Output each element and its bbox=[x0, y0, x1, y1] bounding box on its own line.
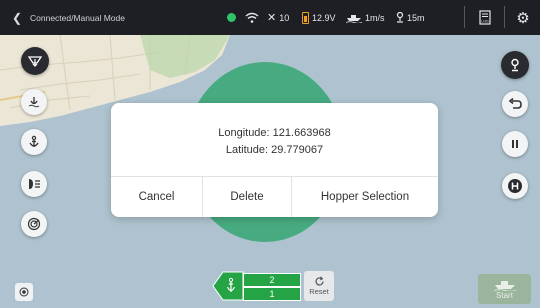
boat-speed-icon bbox=[346, 14, 362, 23]
hopper-anchor-icon bbox=[212, 271, 244, 301]
dialog-message: Longitude: 121.663968 Latitude: 29.77906… bbox=[111, 125, 438, 159]
topbar-divider bbox=[464, 6, 465, 28]
hopper-count-bottom: 1 bbox=[243, 287, 301, 301]
light-button[interactable] bbox=[21, 171, 47, 197]
svg-text:LOG: LOG bbox=[481, 20, 489, 24]
home-h-icon bbox=[508, 179, 522, 193]
waypoint-dialog: Longitude: 121.663968 Latitude: 29.77906… bbox=[111, 103, 438, 217]
depth-icon bbox=[396, 12, 404, 23]
boat-icon bbox=[493, 280, 516, 291]
hopper-indicator[interactable]: 2 1 bbox=[212, 271, 302, 301]
depth-value: 15m bbox=[407, 12, 425, 23]
mode-label: Connected/Manual Mode bbox=[30, 12, 125, 23]
sonar-button[interactable] bbox=[21, 211, 47, 237]
satellite-count: 10 bbox=[279, 12, 290, 23]
hopper-mode-button[interactable] bbox=[21, 47, 49, 75]
hopper-count-top: 2 bbox=[243, 273, 301, 287]
reset-label: Reset bbox=[309, 287, 329, 296]
return-arrow-icon bbox=[508, 98, 522, 109]
speed-status: 1m/s bbox=[346, 0, 385, 35]
anchor-drop-button[interactable] bbox=[21, 89, 47, 115]
anchor-button[interactable] bbox=[21, 129, 47, 155]
location-button[interactable] bbox=[501, 51, 529, 79]
sonar-icon bbox=[27, 217, 41, 231]
pause-button[interactable] bbox=[502, 131, 528, 157]
connection-status bbox=[227, 0, 236, 35]
satellite-status: ✕ 10 bbox=[267, 0, 289, 35]
anchor-wave-icon bbox=[28, 97, 40, 108]
wifi-icon bbox=[245, 12, 259, 23]
start-label: Start bbox=[496, 290, 513, 300]
hopper-selection-button[interactable]: Hopper Selection bbox=[292, 177, 438, 217]
chevron-left-icon[interactable]: ❮ bbox=[12, 12, 26, 24]
return-button[interactable] bbox=[502, 91, 528, 117]
depth-status: 15m bbox=[396, 0, 425, 35]
target-icon bbox=[19, 287, 29, 297]
settings-button[interactable]: ⚙ bbox=[508, 0, 538, 35]
log-button[interactable]: LOG bbox=[470, 0, 500, 35]
delete-button[interactable]: Delete bbox=[203, 177, 292, 217]
battery-icon bbox=[302, 11, 309, 24]
gear-icon: ⚙ bbox=[516, 9, 530, 27]
speed-value: 1m/s bbox=[365, 12, 385, 23]
start-button[interactable]: Start bbox=[478, 274, 531, 304]
log-icon: LOG bbox=[479, 10, 491, 25]
longitude-text: Longitude: 121.663968 bbox=[218, 127, 331, 139]
hopper-icon bbox=[27, 56, 43, 67]
battery-status: 12.9V bbox=[302, 0, 336, 35]
topbar-divider bbox=[504, 6, 505, 28]
dialog-actions: Cancel Delete Hopper Selection bbox=[111, 176, 438, 217]
locate-button[interactable] bbox=[15, 283, 33, 301]
headlight-icon bbox=[29, 179, 40, 189]
satellite-icon: ✕ bbox=[267, 12, 277, 24]
location-pin-icon bbox=[511, 58, 519, 72]
cancel-button[interactable]: Cancel bbox=[111, 177, 203, 217]
battery-voltage: 12.9V bbox=[312, 12, 336, 23]
wifi-status bbox=[245, 0, 259, 35]
reset-button[interactable]: Reset bbox=[304, 271, 334, 301]
latitude-text: Latitude: 29.779067 bbox=[225, 144, 324, 156]
home-button[interactable] bbox=[502, 173, 528, 199]
anchor-icon bbox=[29, 135, 39, 147]
reset-icon bbox=[314, 276, 324, 286]
pause-icon bbox=[512, 140, 518, 148]
connection-dot-icon bbox=[227, 13, 236, 22]
